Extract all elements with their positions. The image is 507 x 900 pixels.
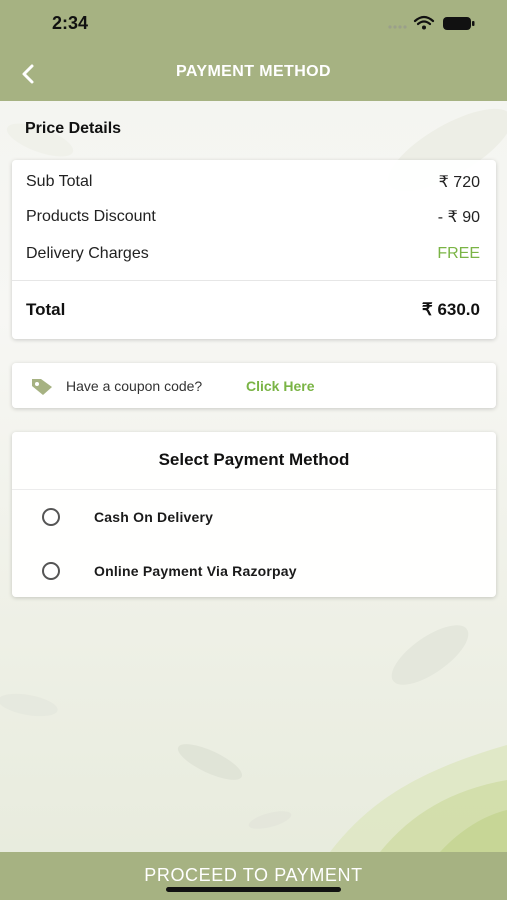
price-divider — [12, 280, 496, 281]
delivery-value: FREE — [437, 245, 480, 262]
price-details-title: Price Details — [25, 120, 122, 137]
status-time: 2:34 — [52, 13, 89, 33]
status-icons — [388, 15, 475, 30]
home-indicator — [166, 887, 341, 892]
discount-label: Products Discount — [26, 208, 156, 225]
payment-option-razorpay-label: Online Payment Via Razorpay — [94, 563, 297, 579]
page-title: PAYMENT METHOD — [176, 63, 331, 80]
total-label: Total — [26, 300, 66, 319]
wifi-icon — [413, 15, 435, 26]
payment-method-card: Select Payment Method Cash On Delivery O… — [12, 432, 496, 597]
price-details-card: Sub Total ₹ 720 Products Discount - ₹ 90… — [12, 160, 496, 339]
delivery-label: Delivery Charges — [26, 245, 149, 262]
radio-button-cod[interactable] — [42, 508, 60, 526]
payment-option-cod[interactable]: Cash On Delivery — [42, 502, 476, 532]
radio-button-razorpay[interactable] — [42, 562, 60, 580]
payment-divider — [12, 489, 496, 490]
tag-icon — [32, 379, 52, 395]
subtotal-label: Sub Total — [26, 173, 93, 190]
wifi-dot — [422, 25, 426, 30]
discount-row: Products Discount - ₹ 90 — [26, 207, 480, 227]
proceed-to-payment-label: PROCEED TO PAYMENT — [144, 864, 363, 885]
payment-option-razorpay[interactable]: Online Payment Via Razorpay — [42, 556, 476, 586]
payment-method-title: Select Payment Method — [158, 450, 350, 469]
battery-icon — [443, 17, 475, 30]
payment-option-cod-label: Cash On Delivery — [94, 509, 214, 525]
coupon-prompt: Have a coupon code? — [66, 378, 203, 394]
coupon-card[interactable]: Have a coupon code? Click Here — [12, 363, 496, 408]
subtotal-value: ₹ 720 — [438, 174, 480, 191]
total-value: ₹ 630.0 — [421, 300, 480, 319]
subtotal-row: Sub Total ₹ 720 — [26, 172, 480, 192]
coupon-click-here-link[interactable]: Click Here — [246, 378, 314, 394]
delivery-row: Delivery Charges FREE — [26, 245, 480, 263]
total-row: Total ₹ 630.0 — [26, 300, 480, 320]
discount-value: - ₹ 90 — [437, 209, 480, 226]
app-header: 2:34 PAYMENT METHOD — [0, 0, 507, 101]
signal-icon — [388, 25, 407, 29]
proceed-to-payment-button[interactable]: PROCEED TO PAYMENT — [0, 852, 507, 900]
